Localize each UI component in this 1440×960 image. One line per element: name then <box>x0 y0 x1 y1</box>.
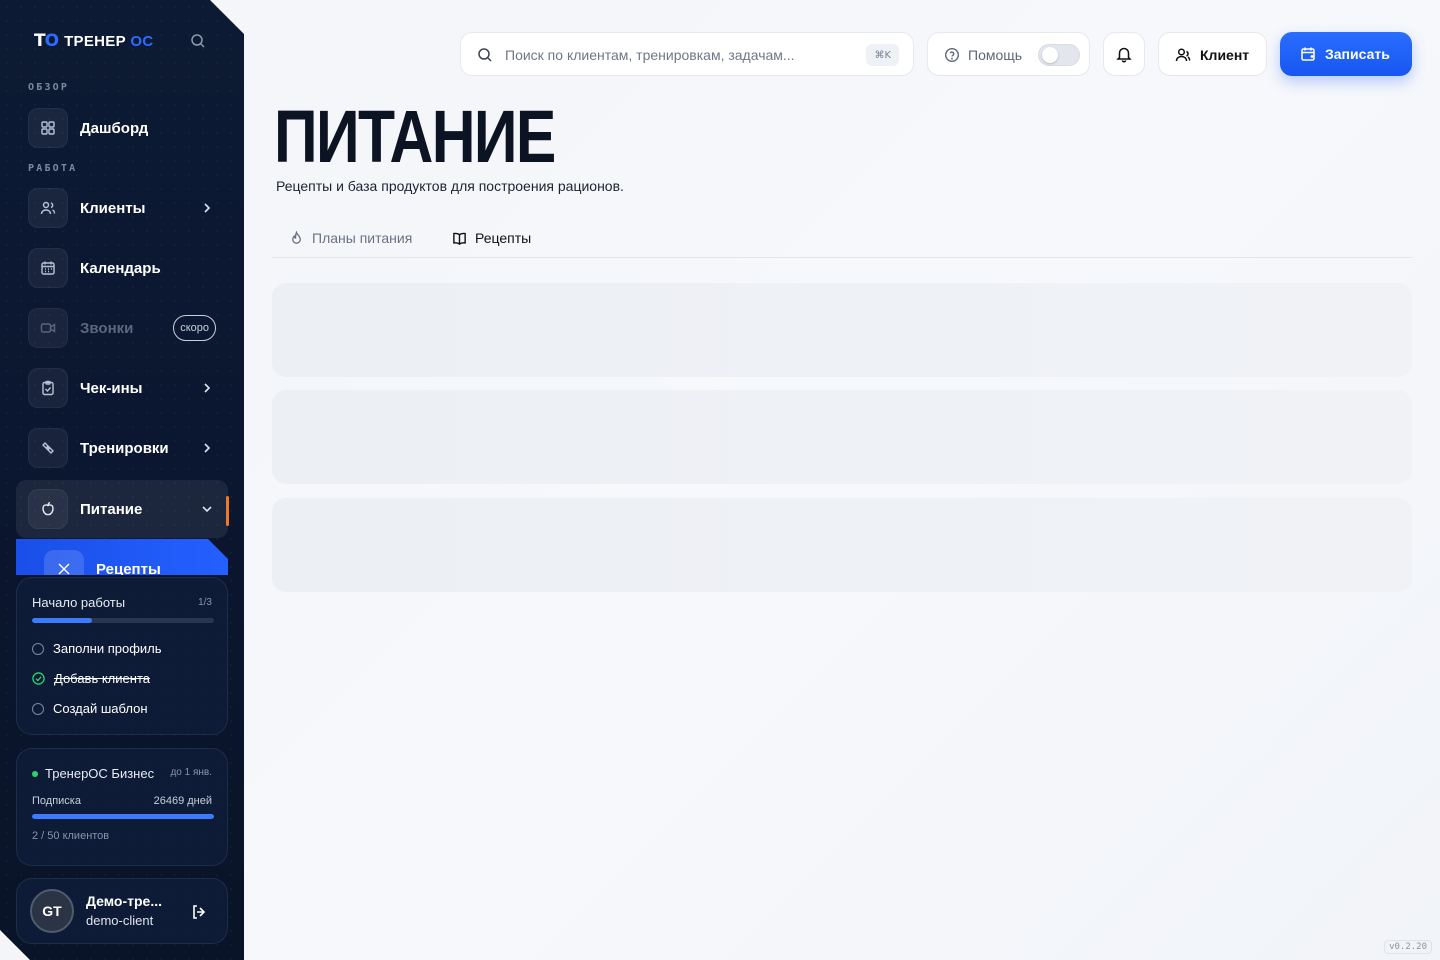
chevron-right-icon <box>204 203 211 213</box>
help-button[interactable]: Помощь <box>927 32 1090 76</box>
chevron-right-icon <box>204 383 211 393</box>
tab-bar: Планы питания Рецепты <box>272 224 1412 258</box>
sidebar-item-calls: Звонки скоро <box>28 308 224 348</box>
tab-label: Рецепты <box>475 230 532 246</box>
subscription-plan-label: ТренерОС Бизнес <box>45 766 155 781</box>
page-subtitle: Рецепты и база продуктов для построения … <box>276 178 624 194</box>
search-icon[interactable] <box>190 33 206 49</box>
onboarding-title: Начало работы <box>32 595 126 610</box>
onboarding-progress-fill <box>32 618 93 623</box>
user-name: Демо-тре... <box>86 893 162 909</box>
search-shortcut: ⌘K <box>866 44 899 66</box>
grid-icon <box>28 108 68 148</box>
help-toggle[interactable] <box>1038 44 1080 66</box>
sidebar: TO ТРЕНЕР ОС ОБЗОР Дашборд РАБОТА Клиент… <box>0 0 244 960</box>
subscription-card[interactable]: ТренерОС Бизнес до 1 янв. Подписка 26469… <box>16 748 228 866</box>
page-title: ПИТАНИЕ <box>274 95 556 178</box>
circle-icon <box>32 642 44 655</box>
notifications-button[interactable] <box>1103 32 1145 76</box>
user-plus-icon <box>1175 48 1191 62</box>
help-label: Помощь <box>968 47 1023 63</box>
onboarding-task[interactable]: Заполни профиль <box>32 641 162 656</box>
subscription-until: до 1 янв. <box>170 767 212 778</box>
add-client-button[interactable]: Клиент <box>1158 32 1267 76</box>
onboarding-task-label: Заполни профиль <box>53 641 162 656</box>
sidebar-item-calendar[interactable]: Календарь <box>28 248 224 288</box>
onboarding-task-label: Добавь клиента <box>54 671 150 686</box>
onboarding-task[interactable]: Создай шаблон <box>32 701 148 716</box>
chevron-right-icon <box>204 443 211 453</box>
toggle-knob <box>1042 47 1058 63</box>
logo-text: ТРЕНЕР ОС <box>64 32 154 50</box>
active-marker <box>226 496 229 526</box>
subscription-row: Подписка 26469 дней <box>32 795 212 807</box>
circle-icon <box>32 702 44 715</box>
subscription-plan: ТренерОС Бизнес <box>32 766 154 781</box>
tab-meal-plans[interactable]: Планы питания <box>289 230 412 246</box>
book-session-button[interactable]: Записать <box>1280 32 1412 76</box>
users-icon <box>28 188 68 228</box>
sidebar-item-label: Клиенты <box>80 199 146 217</box>
utensils-icon <box>44 550 84 575</box>
version-badge: v0.2.20 <box>1384 940 1432 954</box>
bell-icon <box>1116 47 1132 63</box>
calendar-icon <box>28 248 68 288</box>
logo[interactable]: TO ТРЕНЕР ОС <box>34 31 153 51</box>
tab-recipes[interactable]: Рецепты <box>452 230 531 246</box>
onboarding-progress-bar <box>32 618 214 623</box>
subscription-clients: 2 / 50 клиентов <box>32 830 110 842</box>
soon-badge: скоро <box>173 315 216 341</box>
logout-icon[interactable] <box>190 903 208 921</box>
apple-icon <box>28 489 68 529</box>
sidebar-item-workouts[interactable]: Тренировки <box>28 428 224 468</box>
logo-mark: TO <box>34 31 59 51</box>
sidebar-item-label: Питание <box>80 500 143 518</box>
sidebar-item-label: Календарь <box>80 259 161 277</box>
sidebar-item-checkins[interactable]: Чек-ины <box>28 368 224 408</box>
loading-skeleton <box>272 390 1412 484</box>
add-client-label: Клиент <box>1200 47 1250 63</box>
onboarding-card: Начало работы 1/3 Заполни профиль Добавь… <box>16 577 228 735</box>
video-icon <box>28 308 68 348</box>
clipboard-check-icon <box>28 368 68 408</box>
user-card[interactable]: GT Демо-тре... demo-client <box>16 878 228 944</box>
sidebar-item-label: Звонки <box>80 319 134 337</box>
sidebar-item-nutrition[interactable]: Питание <box>28 489 224 529</box>
section-label-work: РАБОТА <box>28 163 78 174</box>
onboarding-task[interactable]: Добавь клиента <box>32 671 150 686</box>
check-circle-icon <box>32 672 45 685</box>
subscription-label: Подписка <box>32 795 81 807</box>
sidebar-item-label: Тренировки <box>80 439 169 457</box>
sidebar-subitem-label: Рецепты <box>96 561 161 575</box>
search-icon <box>478 48 492 62</box>
loading-skeleton <box>272 283 1412 377</box>
sidebar-subitem-recipes[interactable]: Рецепты <box>16 539 228 575</box>
chevron-down-icon <box>202 506 212 513</box>
search-input[interactable]: Поиск по клиентам, тренировкам, задачам.… <box>505 47 795 63</box>
help-circle-icon <box>944 47 960 63</box>
avatar[interactable]: GT <box>30 889 74 933</box>
sidebar-item-label: Дашборд <box>80 119 149 137</box>
subscription-progress-fill <box>32 814 214 819</box>
status-dot-icon <box>32 770 38 777</box>
subscription-progress-bar <box>32 814 214 819</box>
onboarding-count: 1/3 <box>198 597 212 608</box>
flame-icon <box>292 230 301 244</box>
dumbbell-icon <box>28 428 68 468</box>
loading-skeleton <box>272 498 1412 592</box>
user-login: demo-client <box>86 913 154 928</box>
tab-label: Планы питания <box>312 230 413 246</box>
sidebar-item-dashboard[interactable]: Дашборд <box>28 108 224 148</box>
corner-decoration <box>0 930 30 960</box>
book-session-label: Записать <box>1325 46 1390 62</box>
sidebar-item-label: Чек-ины <box>80 379 143 397</box>
global-search[interactable]: Поиск по клиентам, тренировкам, задачам.… <box>460 32 914 76</box>
sidebar-item-clients[interactable]: Клиенты <box>28 188 224 228</box>
calendar-plus-icon <box>1301 47 1315 61</box>
section-label-overview: ОБЗОР <box>28 82 70 93</box>
onboarding-task-label: Создай шаблон <box>53 701 148 716</box>
book-open-icon <box>453 232 466 245</box>
subscription-days: 26469 дней <box>153 795 212 807</box>
